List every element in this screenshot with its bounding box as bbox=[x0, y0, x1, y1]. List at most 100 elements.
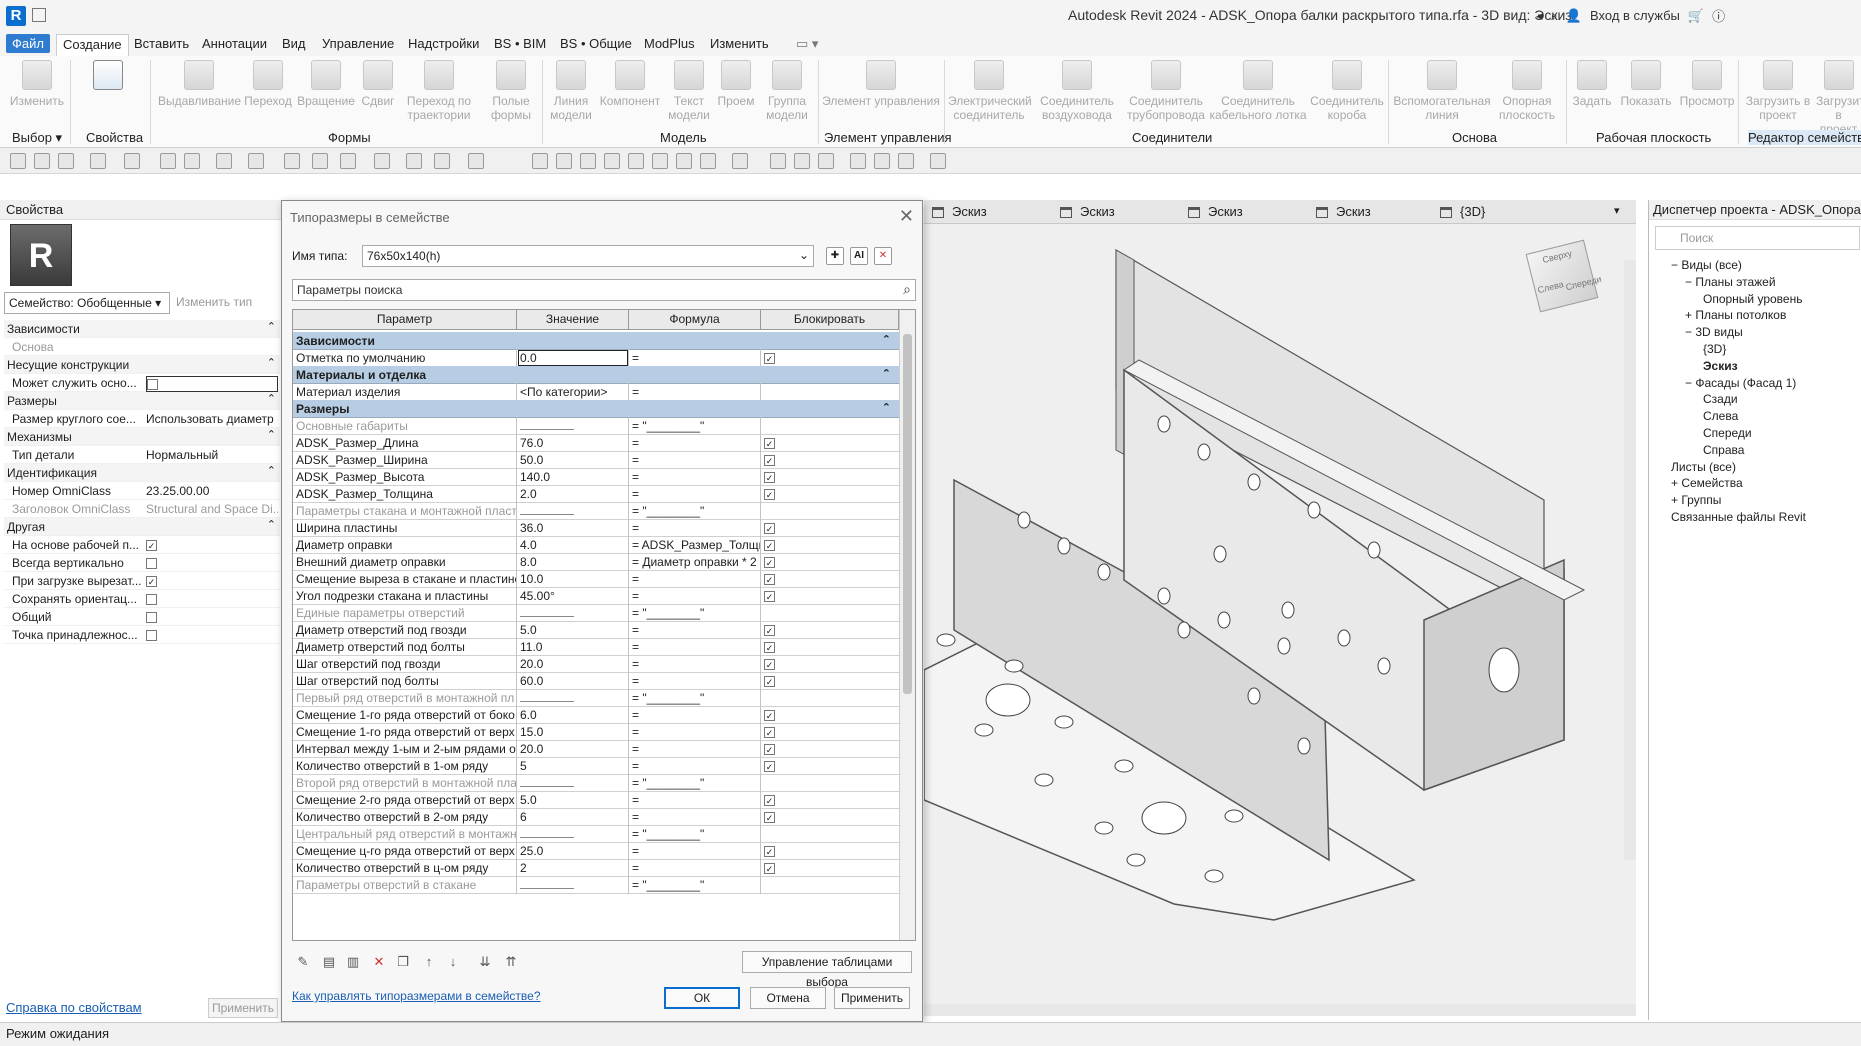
contextual-dropdown-icon[interactable]: ▭ ▾ bbox=[790, 34, 824, 54]
properties-button[interactable] bbox=[74, 60, 142, 94]
parameter-formula-cell[interactable]: = "________" bbox=[629, 876, 761, 894]
parameter-lock-cell[interactable]: ✓ bbox=[761, 638, 899, 656]
lock-checkbox[interactable]: ✓ bbox=[764, 489, 775, 501]
parameter-lock-cell[interactable] bbox=[761, 383, 899, 401]
lock-checkbox[interactable]: ✓ bbox=[764, 353, 775, 365]
tabs-menu-icon[interactable]: ▾ bbox=[1614, 204, 1620, 217]
parameter-lock-cell[interactable]: ✓ bbox=[761, 570, 899, 588]
parameter-formula-cell[interactable]: = bbox=[629, 757, 761, 775]
browser-node[interactable]: − Виды (все) bbox=[1671, 258, 1742, 272]
parameter-formula-cell[interactable]: = bbox=[629, 621, 761, 639]
parameter-value-cell[interactable]: 25.0 bbox=[517, 842, 629, 860]
scrollbar-thumb[interactable] bbox=[903, 334, 912, 694]
parameter-row[interactable]: ADSK_Размер_Длина 76.0 = ✓ bbox=[293, 434, 899, 452]
text-icon[interactable] bbox=[312, 153, 328, 169]
section-icon[interactable] bbox=[374, 153, 390, 169]
new-parameter-icon[interactable]: ▤ bbox=[320, 953, 338, 971]
tab-manage[interactable]: Управление bbox=[316, 34, 400, 53]
parameter-lock-cell[interactable]: ✓ bbox=[761, 672, 899, 690]
parameter-formula-cell[interactable]: = bbox=[629, 672, 761, 690]
save-icon[interactable] bbox=[34, 153, 50, 169]
properties-row[interactable]: Общий bbox=[4, 608, 280, 626]
measure-icon[interactable] bbox=[216, 153, 232, 169]
property-value[interactable]: ✓ bbox=[146, 574, 278, 588]
collapse-icon[interactable]: − bbox=[1685, 325, 1695, 339]
parameter-lock-cell[interactable] bbox=[761, 774, 899, 792]
parameter-value-cell[interactable] bbox=[517, 876, 629, 894]
viewcube-top[interactable]: Сверху bbox=[1541, 248, 1573, 265]
collapse-icon[interactable]: ⌃ bbox=[267, 392, 276, 405]
parameter-row[interactable]: Диаметр отверстий под болты 11.0 = ✓ bbox=[293, 638, 899, 656]
parameter-lock-cell[interactable]: ✓ bbox=[761, 349, 899, 367]
parameter-formula-cell[interactable]: = "________" bbox=[629, 689, 761, 707]
lock-checkbox[interactable]: ✓ bbox=[764, 761, 775, 773]
parameter-value-cell[interactable]: 5 bbox=[517, 757, 629, 775]
rotate-icon[interactable] bbox=[652, 153, 668, 169]
tab-modify[interactable]: Изменить bbox=[704, 34, 775, 53]
lock-checkbox[interactable]: ✓ bbox=[764, 574, 775, 586]
parameter-row[interactable]: ADSK_Размер_Ширина 50.0 = ✓ bbox=[293, 451, 899, 469]
parameter-formula-cell[interactable]: = bbox=[629, 638, 761, 656]
parameter-row[interactable]: Параметры отверстий в стакане = "________… bbox=[293, 876, 899, 894]
parameter-lock-cell[interactable] bbox=[761, 417, 899, 435]
browser-node[interactable]: − 3D виды bbox=[1685, 325, 1743, 339]
parameter-formula-cell[interactable]: = bbox=[629, 519, 761, 537]
parameter-value-cell[interactable]: 20.0 bbox=[517, 655, 629, 673]
lock-checkbox[interactable]: ✓ bbox=[764, 438, 775, 450]
close-icon[interactable]: ✕ bbox=[899, 206, 914, 227]
parameter-formula-cell[interactable]: = bbox=[629, 808, 761, 826]
modify-button[interactable]: Изменить bbox=[8, 60, 66, 108]
tab-bs-bim[interactable]: BS • BIM bbox=[488, 34, 552, 53]
array-icon[interactable] bbox=[676, 153, 692, 169]
parameter-row[interactable]: Количество отверстий в ц-ом ряду 2 = ✓ bbox=[293, 859, 899, 877]
parameter-row[interactable]: Количество отверстий в 1-ом ряду 5 = ✓ bbox=[293, 757, 899, 775]
properties-row[interactable]: Может служить осно... bbox=[4, 374, 280, 392]
parameter-formula-cell[interactable]: = bbox=[629, 434, 761, 452]
parameter-lock-cell[interactable]: ✓ bbox=[761, 655, 899, 673]
tab-create[interactable]: Создание bbox=[56, 34, 129, 58]
lock-checkbox[interactable]: ✓ bbox=[764, 744, 775, 756]
undo-icon[interactable] bbox=[90, 153, 106, 169]
parameter-formula-cell[interactable]: = bbox=[629, 706, 761, 724]
electrical-connector-button[interactable]: Электрический соединитель bbox=[948, 60, 1032, 122]
parameter-row[interactable]: Смещение 1-го ряда отверстий от верх 15.0… bbox=[293, 723, 899, 741]
collapse-icon[interactable]: − bbox=[1685, 376, 1695, 390]
tag-icon[interactable] bbox=[284, 153, 300, 169]
properties-row[interactable]: Основа bbox=[4, 338, 280, 356]
parameter-lock-cell[interactable]: ✓ bbox=[761, 485, 899, 503]
parameter-row[interactable]: Ширина пластины 36.0 = ✓ bbox=[293, 519, 899, 537]
show-workplane-button[interactable]: Показать bbox=[1616, 60, 1676, 108]
parameter-formula-cell[interactable]: = bbox=[629, 587, 761, 605]
parameter-lock-cell[interactable]: ✓ bbox=[761, 706, 899, 724]
visibility-icon[interactable] bbox=[874, 153, 890, 169]
collapse-icon[interactable]: ⌃ bbox=[267, 428, 276, 441]
rename-type-icon[interactable]: AI bbox=[850, 247, 868, 265]
load-into-project-button[interactable]: Загрузить в проект bbox=[1742, 60, 1814, 122]
parameter-lock-cell[interactable] bbox=[761, 825, 899, 843]
browser-node[interactable]: + Семейства bbox=[1671, 476, 1743, 490]
browser-node[interactable]: Сзади bbox=[1703, 392, 1738, 406]
lock-checkbox[interactable]: ✓ bbox=[764, 472, 775, 484]
revolve-button[interactable]: Вращение bbox=[296, 60, 356, 108]
pipe-connector-button[interactable]: Соединитель трубопровода bbox=[1124, 60, 1208, 122]
cart-icon[interactable]: 🛒 bbox=[1688, 8, 1704, 24]
parameter-row[interactable]: Основные габариты = "________" bbox=[293, 417, 899, 435]
type-name-select[interactable]: 76x50x140(h) ⌄ bbox=[362, 245, 814, 267]
parameter-group-row[interactable]: Материалы и отделка ⌃ bbox=[293, 366, 899, 384]
opening-button[interactable]: Проем bbox=[714, 60, 758, 108]
parameter-value-cell[interactable]: 4.0 bbox=[517, 536, 629, 554]
offset-icon[interactable] bbox=[556, 153, 572, 169]
parameter-row[interactable]: Отметка по умолчанию 0.0 = ✓ bbox=[293, 349, 899, 367]
parameter-value-cell[interactable] bbox=[517, 502, 629, 520]
parameter-value-cell[interactable]: 50.0 bbox=[517, 451, 629, 469]
parameter-row[interactable]: Диаметр оправки 4.0 = ADSK_Размер_Толщи ✓ bbox=[293, 536, 899, 554]
scale-icon[interactable] bbox=[700, 153, 716, 169]
parameter-lock-cell[interactable] bbox=[761, 876, 899, 894]
tab-modplus[interactable]: ModPlus bbox=[638, 34, 701, 53]
swept-blend-button[interactable]: Переход по траектории bbox=[400, 60, 478, 122]
tab-addins[interactable]: Надстройки bbox=[402, 34, 485, 53]
align-icon[interactable] bbox=[532, 153, 548, 169]
switch-windows-icon[interactable] bbox=[468, 153, 484, 169]
parameter-row[interactable]: Первый ряд отверстий в монтажной пл = "__… bbox=[293, 689, 899, 707]
property-checkbox[interactable] bbox=[146, 630, 157, 642]
